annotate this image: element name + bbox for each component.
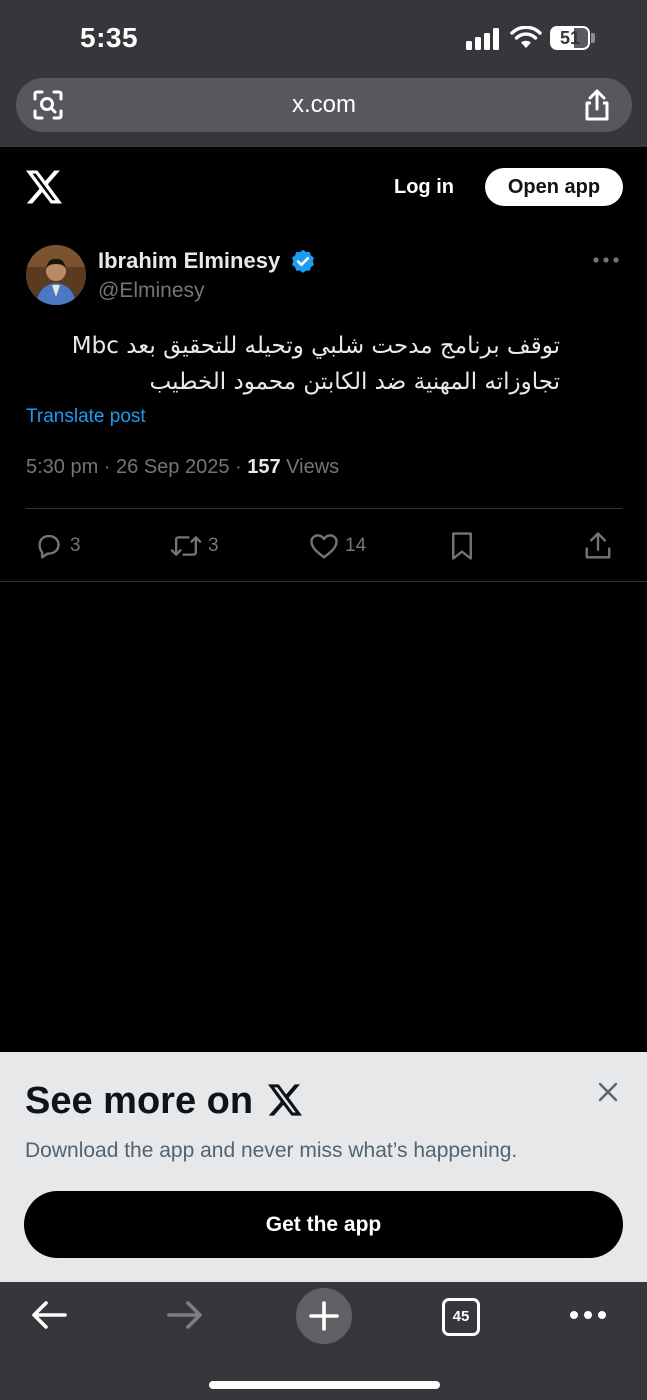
share-icon[interactable]	[582, 88, 612, 122]
repost-button[interactable]: 3	[170, 530, 219, 562]
tabs-icon[interactable]: 45	[442, 1298, 480, 1336]
new-tab-button[interactable]	[296, 1288, 352, 1344]
promo-title: See more on	[25, 1080, 254, 1122]
author-name[interactable]: Ibrahim Elminesy	[98, 248, 280, 274]
camera-search-icon[interactable]	[32, 90, 64, 120]
battery-level: 51	[559, 28, 581, 48]
status-time: 5:35	[80, 22, 139, 53]
x-logo-icon	[268, 1084, 302, 1116]
forward-arrow-icon[interactable]	[166, 1300, 204, 1330]
login-link[interactable]: Log in	[394, 176, 454, 199]
like-button[interactable]: 14	[309, 530, 366, 562]
cellular-signal-icon	[466, 28, 500, 50]
plus-icon	[309, 1301, 339, 1331]
like-count: 14	[345, 535, 367, 556]
back-arrow-icon[interactable]	[30, 1300, 68, 1330]
bookmark-button[interactable]	[449, 530, 475, 562]
promo-subtitle: Download the app and never miss what’s h…	[25, 1139, 518, 1162]
views-count: 157	[247, 456, 281, 478]
share-post-button[interactable]	[584, 530, 612, 562]
battery-indicator: 51	[550, 26, 590, 50]
reply-icon	[38, 534, 60, 559]
wifi-icon	[510, 26, 542, 48]
open-app-button[interactable]: Open app	[485, 168, 623, 206]
divider	[0, 581, 647, 582]
post-timestamp[interactable]: 5:30 pm · 26 Sep 2025 ·	[26, 456, 247, 478]
battery-tip	[591, 33, 595, 43]
share-icon	[585, 532, 611, 559]
reply-button[interactable]: 3	[34, 530, 81, 562]
reply-count: 3	[70, 535, 81, 556]
like-icon	[310, 534, 338, 559]
verified-badge-icon	[292, 249, 314, 273]
bookmark-icon	[452, 532, 472, 560]
get-the-app-button[interactable]: Get the app	[24, 1191, 623, 1258]
close-icon[interactable]	[596, 1080, 620, 1104]
post-text: توقف برنامج مدحت شلبي وتحيله للتحقيق بعد…	[71, 333, 560, 395]
avatar[interactable]	[26, 245, 86, 305]
translate-post-link[interactable]: Translate post	[26, 406, 146, 428]
views-label: Views	[280, 456, 340, 478]
repost-icon	[170, 536, 202, 556]
address-bar-url[interactable]: x.com	[16, 78, 632, 132]
repost-count: 3	[208, 535, 219, 556]
post-meta: 5:30 pm · 26 Sep 2025 · 157 Views	[26, 456, 339, 479]
x-logo-icon[interactable]	[26, 170, 62, 204]
more-icon[interactable]	[592, 250, 620, 270]
ellipsis-icon[interactable]	[568, 1308, 608, 1322]
divider	[26, 508, 622, 509]
home-indicator[interactable]	[209, 1381, 440, 1389]
author-handle[interactable]: @Elminesy	[98, 279, 205, 303]
